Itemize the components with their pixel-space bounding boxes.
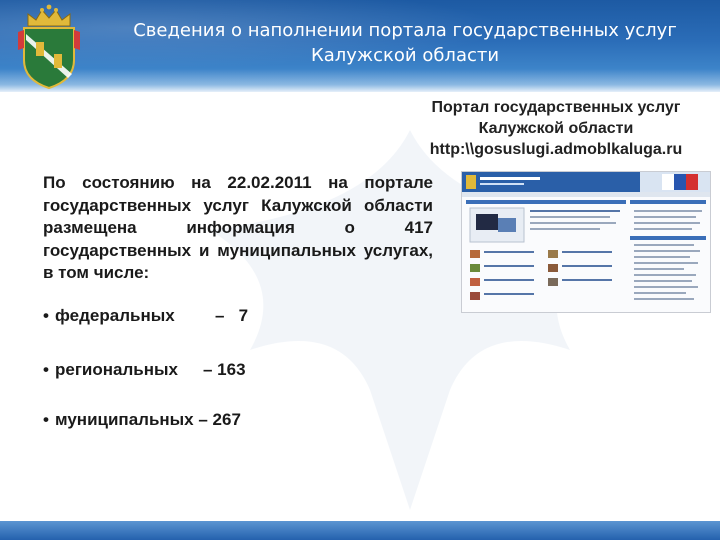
intro-paragraph: По состоянию на 22.02.2011 на портале го… (43, 173, 433, 282)
bullet-label: федеральных (55, 306, 175, 325)
list-item-municipal: • муниципальных – 267 (43, 410, 241, 430)
bullet-icon: • (43, 360, 49, 379)
portal-caption: Портал государственных услуг Калужской о… (420, 97, 692, 160)
page-title: Сведения о наполнении портала государств… (95, 18, 715, 68)
list-item-federal: • федеральных – 7 (43, 306, 248, 326)
title-line-1: Сведения о наполнении портала государств… (133, 20, 677, 41)
footer-bar (0, 521, 720, 540)
portal-name: Портал государственных услуг (431, 99, 681, 116)
title-line-2: Калужской области (310, 45, 500, 66)
portal-region: Калужской области (478, 120, 634, 137)
bullet-icon: • (43, 410, 49, 429)
bullet-icon: • (43, 306, 49, 325)
portal-website-image (462, 172, 710, 300)
bullet-label: муниципальных – 267 (55, 410, 241, 429)
kaluga-coat-of-arms-icon (18, 4, 80, 90)
portal-screenshot-thumbnail (461, 171, 711, 313)
bullet-value: – 7 (215, 306, 249, 325)
bullet-value: – 163 (203, 360, 246, 379)
portal-url: http:\\gosuslugi.admoblkaluga.ru (429, 141, 683, 158)
list-item-regional: • региональных – 163 (43, 360, 246, 380)
bullet-label: региональных (55, 360, 178, 379)
